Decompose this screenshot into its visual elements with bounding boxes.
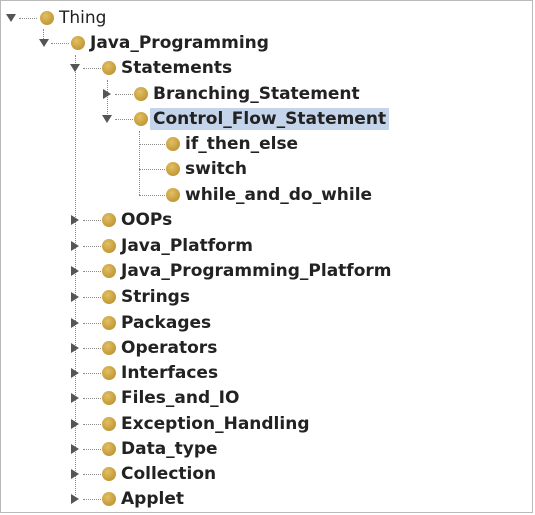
- tree-node-java-platform[interactable]: Java_Platform: [1, 234, 532, 258]
- tree-node-control-flow-statement[interactable]: Control_Flow_Statement: [1, 107, 532, 131]
- node-label[interactable]: Files_and_IO: [118, 387, 242, 409]
- collapsed-triangle-icon[interactable]: [69, 265, 81, 277]
- tree-node-oops[interactable]: OOPs: [1, 208, 532, 232]
- collapsed-triangle-icon[interactable]: [69, 493, 81, 505]
- collapsed-triangle-icon[interactable]: [69, 291, 81, 303]
- expanded-triangle-icon[interactable]: [101, 113, 113, 125]
- collapsed-triangle-icon[interactable]: [69, 468, 81, 480]
- tree-node-operators[interactable]: Operators: [1, 336, 532, 360]
- class-node-icon: [166, 162, 180, 176]
- collapsed-triangle-icon[interactable]: [69, 342, 81, 354]
- class-node-icon: [40, 11, 54, 25]
- class-node-icon: [134, 87, 148, 101]
- node-label[interactable]: Java_Programming: [87, 32, 272, 54]
- class-node-icon: [102, 316, 116, 330]
- node-label[interactable]: Interfaces: [118, 362, 221, 384]
- node-label[interactable]: Operators: [118, 337, 220, 359]
- node-label[interactable]: Exception_Handling: [118, 413, 313, 435]
- tree-node-interfaces[interactable]: Interfaces: [1, 361, 532, 385]
- collapsed-triangle-icon[interactable]: [69, 418, 81, 430]
- tree-node-files-and-io[interactable]: Files_and_IO: [1, 386, 532, 410]
- tree-node-branching-statement[interactable]: Branching_Statement: [1, 82, 532, 106]
- tree-node-if-then-else[interactable]: if_then_else: [1, 132, 532, 156]
- node-label[interactable]: Applet: [118, 488, 187, 510]
- tree-node-while-and-do-while[interactable]: while_and_do_while: [1, 183, 532, 207]
- collapsed-triangle-icon[interactable]: [69, 392, 81, 404]
- node-label[interactable]: while_and_do_while: [182, 184, 375, 206]
- node-label-selected[interactable]: Control_Flow_Statement: [150, 108, 390, 130]
- node-label[interactable]: Statements: [118, 57, 235, 79]
- tree-node-applet[interactable]: Applet: [1, 487, 532, 511]
- tree-node-packages[interactable]: Packages: [1, 311, 532, 335]
- collapsed-triangle-icon[interactable]: [69, 240, 81, 252]
- tree-node-java-programming-platform[interactable]: Java_Programming_Platform: [1, 259, 532, 283]
- class-node-icon: [71, 36, 85, 50]
- tree-node-strings[interactable]: Strings: [1, 285, 532, 309]
- collapsed-triangle-icon[interactable]: [69, 367, 81, 379]
- node-label[interactable]: Strings: [118, 286, 193, 308]
- collapsed-triangle-icon[interactable]: [69, 214, 81, 226]
- expanded-triangle-icon[interactable]: [38, 37, 50, 49]
- class-node-icon: [166, 137, 180, 151]
- tree-node-statements[interactable]: Statements: [1, 56, 532, 80]
- class-node-icon: [102, 239, 116, 253]
- class-node-icon: [102, 341, 116, 355]
- class-node-icon: [102, 442, 116, 456]
- collapsed-triangle-icon[interactable]: [69, 443, 81, 455]
- node-label[interactable]: if_then_else: [182, 133, 301, 155]
- class-node-icon: [102, 264, 116, 278]
- class-node-icon: [102, 213, 116, 227]
- class-node-icon: [166, 188, 180, 202]
- collapsed-triangle-icon[interactable]: [101, 88, 113, 100]
- expanded-triangle-icon[interactable]: [69, 62, 81, 74]
- class-node-icon: [102, 492, 116, 506]
- collapsed-triangle-icon[interactable]: [69, 317, 81, 329]
- node-label[interactable]: Packages: [118, 312, 214, 334]
- tree-node-thing[interactable]: Thing: [1, 6, 532, 30]
- class-node-icon: [102, 391, 116, 405]
- node-label[interactable]: OOPs: [118, 209, 175, 231]
- tree-node-java-programming[interactable]: Java_Programming: [1, 31, 532, 55]
- node-label[interactable]: Java_Platform: [118, 235, 256, 257]
- class-node-icon: [102, 366, 116, 380]
- class-node-icon: [102, 417, 116, 431]
- node-label[interactable]: Thing: [56, 7, 109, 29]
- class-hierarchy-tree: Thing Java_Programming Statements Branch…: [0, 0, 533, 513]
- class-node-icon: [102, 61, 116, 75]
- class-node-icon: [134, 112, 148, 126]
- node-label[interactable]: Branching_Statement: [150, 83, 363, 105]
- tree-node-switch[interactable]: switch: [1, 157, 532, 181]
- tree-node-exception-handling[interactable]: Exception_Handling: [1, 412, 532, 436]
- class-node-icon: [102, 290, 116, 304]
- expanded-triangle-icon[interactable]: [5, 12, 17, 24]
- class-node-icon: [102, 467, 116, 481]
- node-label[interactable]: Java_Programming_Platform: [118, 260, 394, 282]
- node-label[interactable]: Collection: [118, 463, 219, 485]
- tree-node-collection[interactable]: Collection: [1, 462, 532, 486]
- node-label[interactable]: switch: [182, 158, 250, 180]
- node-label[interactable]: Data_type: [118, 438, 221, 460]
- tree-node-data-type[interactable]: Data_type: [1, 437, 532, 461]
